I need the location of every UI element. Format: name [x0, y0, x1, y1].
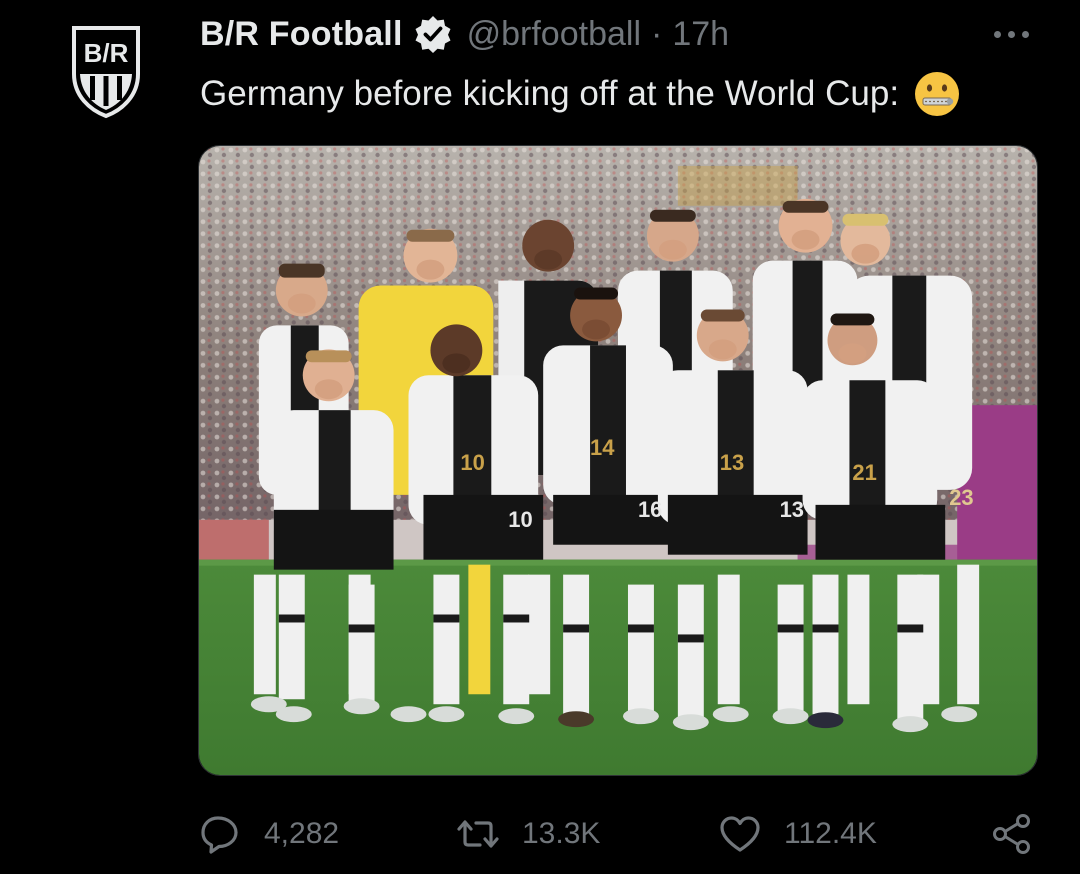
jersey-number: 23 — [949, 485, 973, 510]
zipper-mouth-face-icon — [913, 70, 961, 118]
like-button[interactable]: 112.4K — [718, 804, 877, 864]
tweet-header: B/R Football @brfootball · 17h — [200, 14, 729, 54]
header-separator: · — [651, 14, 663, 53]
timestamp[interactable]: 17h — [672, 15, 729, 54]
verified-badge-icon — [413, 14, 453, 54]
avatar[interactable]: B/R — [68, 24, 144, 120]
jersey-number: 16 — [638, 497, 662, 522]
jersey-number: 13 — [720, 450, 744, 475]
like-count: 112.4K — [784, 817, 877, 850]
tweet-text: Germany before kicking off at the World … — [200, 70, 961, 118]
share-nodes-icon — [993, 814, 1030, 854]
retweet-count: 13.3K — [522, 817, 601, 850]
jersey-number: 10 — [460, 450, 484, 475]
tweet: B/R B/R Football @brfootball · 17h Germa… — [0, 0, 1080, 874]
more-dots-icon[interactable] — [986, 20, 1036, 48]
retweet-arrows-icon — [457, 820, 499, 848]
display-name[interactable]: B/R Football — [200, 15, 403, 54]
br-shield-logo: B/R — [72, 26, 140, 119]
share-button[interactable] — [990, 804, 1034, 864]
reply-count: 4,282 — [264, 817, 340, 850]
jersey-number: 13 — [780, 497, 804, 522]
avatar-logo-text: B/R — [84, 38, 129, 68]
tweet-photo[interactable]: 10 14 13 21 23 16 13 10 — [198, 145, 1038, 776]
retweet-button[interactable]: 13.3K — [456, 804, 600, 864]
speech-bubble-icon — [201, 816, 238, 854]
jersey-number: 14 — [590, 435, 615, 460]
jersey-number: 21 — [852, 460, 876, 485]
reply-button[interactable]: 4,282 — [198, 804, 339, 864]
jersey-number: 10 — [508, 507, 532, 532]
handle[interactable]: @brfootball — [467, 15, 641, 54]
tweet-actions: 4,282 13.3K 112.4K — [0, 804, 1080, 864]
tweet-text-body: Germany before kicking off at the World … — [200, 74, 900, 113]
heart-icon — [720, 816, 760, 852]
team-photo-illustration: 10 14 13 21 23 16 13 10 — [199, 146, 1037, 775]
